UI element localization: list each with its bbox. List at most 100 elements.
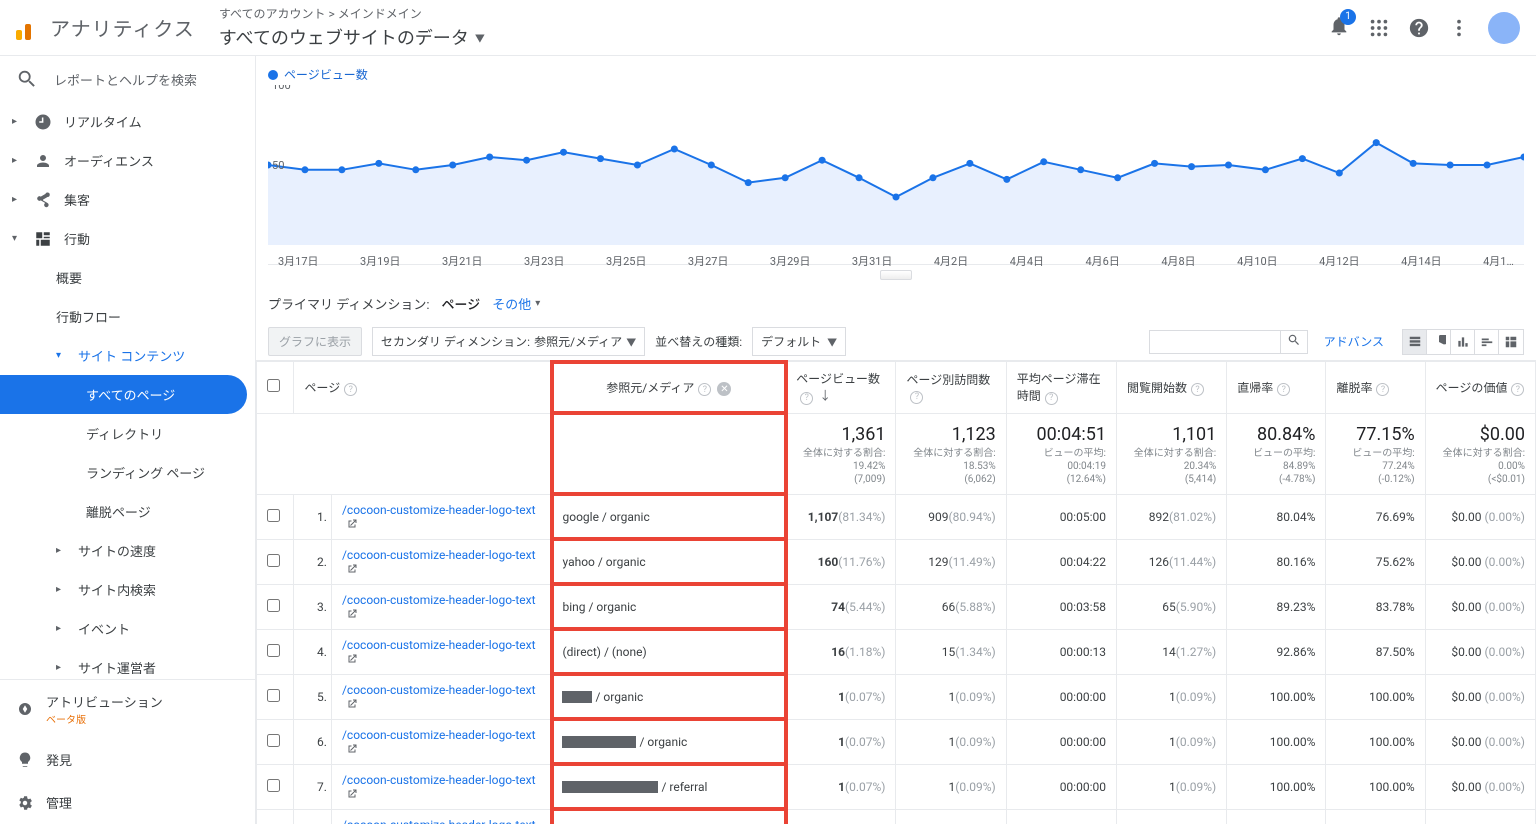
col-checkbox-all[interactable] [257, 362, 294, 414]
col-source-medium[interactable]: 参照元/メディア?✕ [552, 362, 786, 414]
table-row[interactable]: 1./cocoon-customize-header-logo-textgoog… [257, 494, 1536, 539]
cell-source[interactable]: / organic [552, 719, 786, 764]
help-icon[interactable]: ? [1191, 383, 1204, 396]
help-icon[interactable]: ? [1376, 383, 1389, 396]
cell-page[interactable]: /cocoon-customize-header-logo-text [331, 629, 552, 674]
row-checkbox[interactable] [267, 689, 280, 702]
open-link-icon[interactable] [346, 788, 358, 800]
chart-legend[interactable]: ページビュー数 [268, 66, 1524, 83]
col-pageviews[interactable]: ページビュー数?↓ [786, 362, 896, 414]
nav-attribution[interactable]: アトリビューションベータ版 [0, 680, 255, 738]
cell-page[interactable]: /cocoon-customize-header-logo-text [331, 809, 552, 824]
row-checkbox[interactable] [267, 509, 280, 522]
row-checkbox[interactable] [267, 644, 280, 657]
plot-rows-button[interactable]: グラフに表示 [268, 327, 362, 356]
row-checkbox-cell[interactable] [257, 719, 294, 764]
open-link-icon[interactable] [346, 698, 358, 710]
cell-page[interactable]: /cocoon-customize-header-logo-text [331, 494, 552, 539]
col-page[interactable]: ページ? [294, 362, 552, 414]
nav-behavior[interactable]: ▾行動 [0, 219, 255, 258]
nav-discover[interactable]: 発見 [0, 738, 255, 781]
nav-acquisition[interactable]: ▸集客 [0, 180, 255, 219]
col-unique-pv[interactable]: ページ別訪問数? [896, 362, 1006, 414]
nav-sitesearch[interactable]: ▸サイト内検索 [0, 570, 255, 609]
cell-source[interactable]: / organic [552, 809, 786, 824]
view-pie[interactable] [1427, 330, 1451, 354]
sidebar-search[interactable]: レポートとヘルプを検索 [0, 56, 255, 102]
help-icon[interactable] [1408, 17, 1430, 39]
view-compare[interactable] [1475, 330, 1499, 354]
open-link-icon[interactable] [346, 608, 358, 620]
cell-page[interactable]: /cocoon-customize-header-logo-text [331, 719, 552, 764]
col-entrances[interactable]: 閲覧開始数? [1116, 362, 1226, 414]
view-table[interactable] [1403, 330, 1427, 354]
cell-source[interactable]: bing / organic [552, 584, 786, 629]
help-icon[interactable]: ? [1045, 392, 1058, 405]
sort-select[interactable]: デフォルト▼ [752, 327, 846, 356]
line-chart[interactable]: 50100 3月17日3月19日3月21日3月23日3月25日3月27日3月29… [268, 85, 1524, 265]
nav-realtime[interactable]: ▸リアルタイム [0, 102, 255, 141]
nav-audience[interactable]: ▸オーディエンス [0, 141, 255, 180]
open-link-icon[interactable] [346, 563, 358, 575]
cell-page[interactable]: /cocoon-customize-header-logo-text [331, 584, 552, 629]
row-checkbox-cell[interactable] [257, 674, 294, 719]
row-checkbox-cell[interactable] [257, 584, 294, 629]
row-checkbox[interactable] [267, 779, 280, 792]
brand-block[interactable]: アナリティクス [16, 13, 195, 42]
help-icon[interactable]: ? [698, 383, 711, 396]
nav-all-pages[interactable]: すべてのページ [0, 375, 247, 414]
nav-flow[interactable]: 行動フロー [0, 297, 255, 336]
nav-events[interactable]: ▸イベント [0, 609, 255, 648]
nav-exit[interactable]: 離脱ページ [0, 492, 255, 531]
nav-speed[interactable]: ▸サイトの速度 [0, 531, 255, 570]
row-checkbox-cell[interactable] [257, 539, 294, 584]
primary-dim-other[interactable]: その他▾ [492, 294, 540, 313]
nav-directory[interactable]: ディレクトリ [0, 414, 255, 453]
row-checkbox-cell[interactable] [257, 494, 294, 539]
table-row[interactable]: 7./cocoon-customize-header-logo-text / r… [257, 764, 1536, 809]
cell-source[interactable]: google / organic [552, 494, 786, 539]
help-icon[interactable]: ? [1511, 383, 1524, 396]
nav-admin[interactable]: 管理 [0, 781, 255, 824]
help-icon[interactable]: ? [910, 391, 923, 404]
table-row[interactable]: 5./cocoon-customize-header-logo-text / o… [257, 674, 1536, 719]
cell-page[interactable]: /cocoon-customize-header-logo-text [331, 539, 552, 584]
cell-source[interactable]: / referral [552, 764, 786, 809]
help-icon[interactable]: ? [800, 392, 813, 405]
table-row[interactable]: 2./cocoon-customize-header-logo-textyaho… [257, 539, 1536, 584]
more-vert-icon[interactable] [1448, 17, 1470, 39]
breadcrumbs[interactable]: すべてのアカウント > メインドメイン すべてのウェブサイトのデータ▼ [219, 5, 485, 50]
cell-page[interactable]: /cocoon-customize-header-logo-text [331, 674, 552, 719]
cell-source[interactable]: yahoo / organic [552, 539, 786, 584]
nav-sitecontent[interactable]: ▾サイト コンテンツ [0, 336, 255, 375]
table-row[interactable]: 4./cocoon-customize-header-logo-text(dir… [257, 629, 1536, 674]
row-checkbox[interactable] [267, 734, 280, 747]
view-pivot[interactable] [1499, 330, 1523, 354]
row-checkbox[interactable] [267, 599, 280, 612]
nav-landing[interactable]: ランディング ページ [0, 453, 255, 492]
row-checkbox-cell[interactable] [257, 809, 294, 824]
table-row[interactable]: 3./cocoon-customize-header-logo-textbing… [257, 584, 1536, 629]
chart-slider-handle[interactable] [268, 269, 1524, 284]
apps-icon[interactable] [1368, 17, 1390, 39]
col-avg-time[interactable]: 平均ページ滞在時間? [1006, 362, 1116, 414]
col-exit[interactable]: 離脱率? [1326, 362, 1425, 414]
open-link-icon[interactable] [346, 518, 358, 530]
cell-page[interactable]: /cocoon-customize-header-logo-text [331, 764, 552, 809]
col-value[interactable]: ページの価値? [1425, 362, 1535, 414]
row-checkbox-cell[interactable] [257, 764, 294, 809]
row-checkbox-cell[interactable] [257, 629, 294, 674]
nav-publisher[interactable]: ▸サイト運営者 [0, 648, 255, 679]
advanced-link[interactable]: アドバンス [1324, 333, 1384, 350]
account-avatar[interactable] [1488, 12, 1520, 44]
cell-source[interactable]: / organic [552, 674, 786, 719]
primary-dim-page[interactable]: ページ [441, 294, 480, 313]
select-all-checkbox[interactable] [267, 379, 280, 392]
help-icon[interactable]: ? [1277, 383, 1290, 396]
table-search[interactable] [1149, 330, 1308, 354]
secondary-dimension-select[interactable]: セカンダリ ディメンション: 参照元/メディア ▼ [372, 327, 645, 356]
help-icon[interactable]: ? [344, 383, 357, 396]
open-link-icon[interactable] [346, 743, 358, 755]
table-row[interactable]: 6./cocoon-customize-header-logo-text / o… [257, 719, 1536, 764]
cell-source[interactable]: (direct) / (none) [552, 629, 786, 674]
